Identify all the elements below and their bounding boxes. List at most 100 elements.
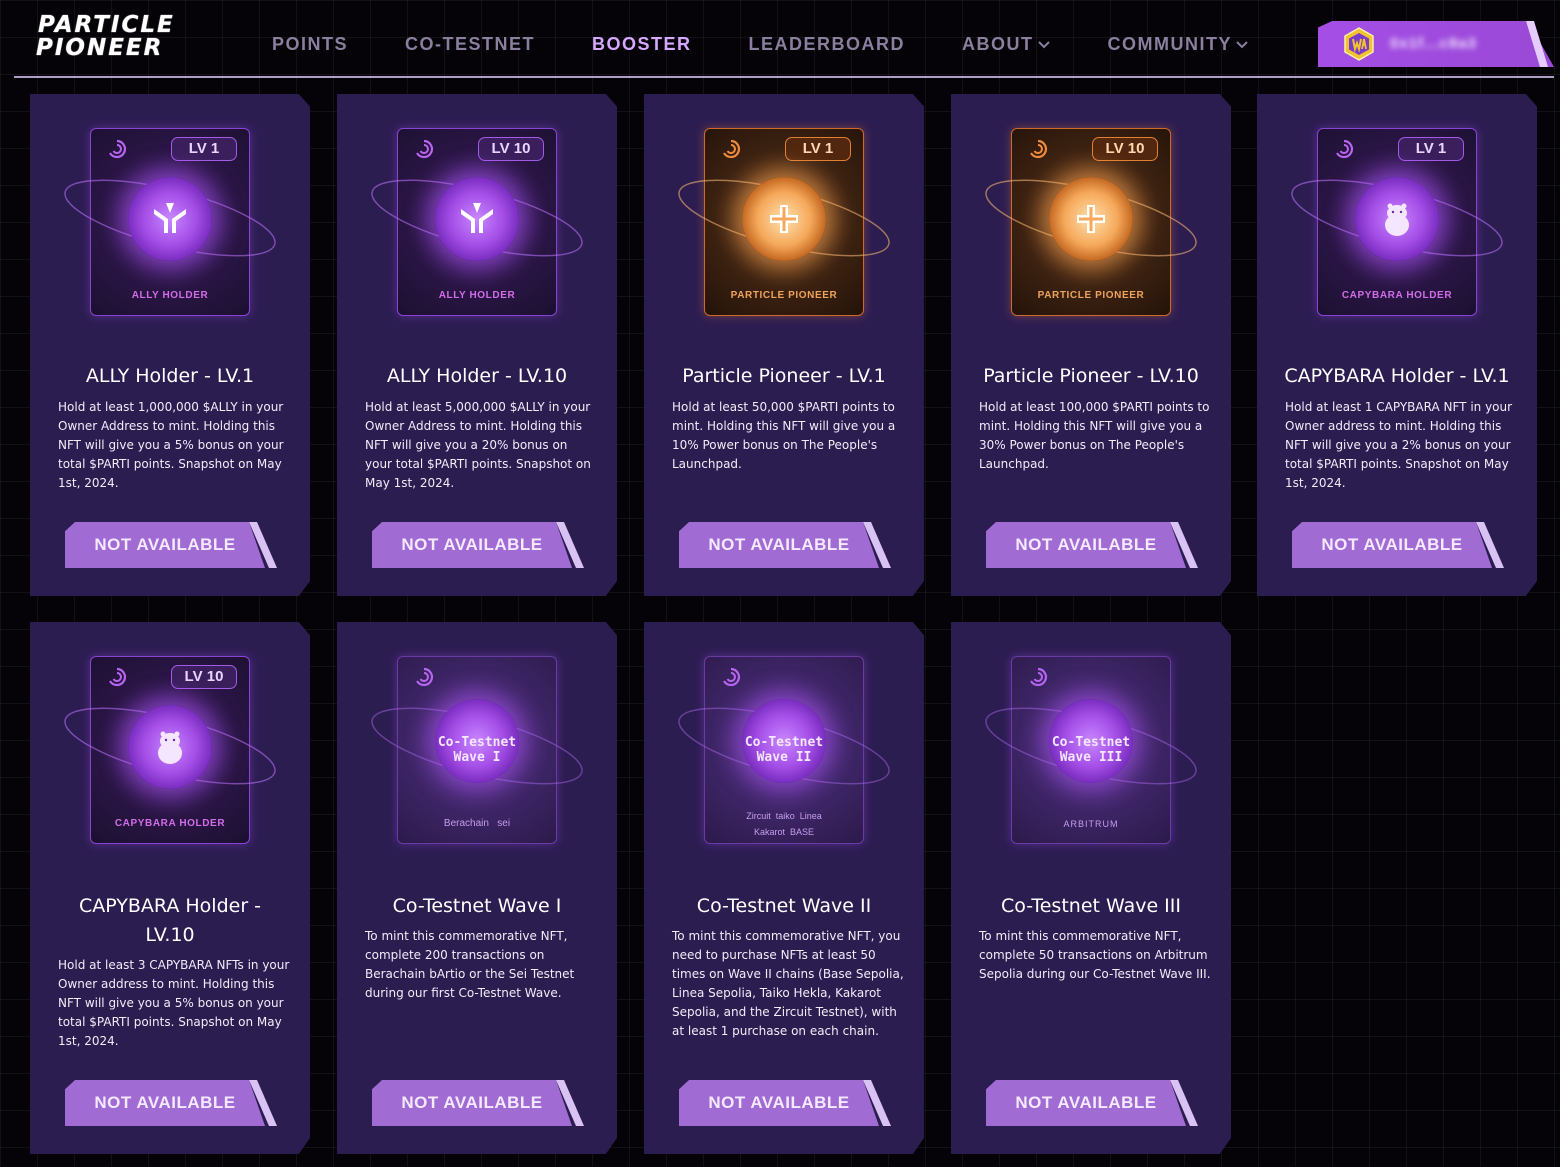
particle-logo-icon — [723, 139, 740, 159]
nav-co-testnet[interactable]: CO-TESTNET — [405, 31, 535, 57]
nft-artwork: Co-Testnet Wave II Zircuit taiko Linea K… — [678, 656, 890, 844]
nav-booster[interactable]: BOOSTER — [592, 31, 692, 57]
booster-card-capybara-lv1: LV 1 CAPYBARA HOLDER CAPYBARA Holder - L… — [1257, 94, 1537, 596]
level-badge: LV 10 — [478, 137, 544, 161]
chain-logos-row-2: Kakarot BASE — [705, 827, 863, 837]
card-title: Particle Pioneer - LV.1 — [682, 365, 886, 387]
berachain-logo: Berachain — [443, 818, 489, 829]
chain-logos-row-1: Zircuit taiko Linea — [705, 811, 863, 821]
booster-card-co-testnet-wave-1: Co-Testnet Wave I Berachain sei Co-Testn… — [337, 622, 617, 1154]
particle-cross-icon — [770, 205, 798, 233]
nav-community[interactable]: COMMUNITY — [1108, 31, 1250, 57]
ally-logo-icon — [461, 203, 493, 233]
nft-artwork: LV 1 CAPYBARA HOLDER — [1291, 128, 1503, 316]
booster-card-co-testnet-wave-2: Co-Testnet Wave II Zircuit taiko Linea K… — [644, 622, 924, 1154]
level-badge: LV 10 — [171, 665, 237, 689]
avatar-icon — [1344, 27, 1374, 61]
brand-line-1: PARTICLE — [38, 12, 175, 38]
level-badge: LV 1 — [785, 137, 851, 161]
not-available-button[interactable]: NOT AVAILABLE — [65, 1080, 277, 1126]
nft-artwork: LV 10 CAPYBARA HOLDER — [64, 656, 276, 844]
wallet-button[interactable]: 0x1f...c8a3 — [1318, 21, 1554, 67]
button-label: NOT AVAILABLE — [1321, 535, 1463, 554]
zircuit-logo: Zircuit — [746, 811, 771, 821]
nft-artwork: Co-Testnet Wave I Berachain sei — [371, 656, 583, 844]
level-badge: LV 1 — [171, 137, 237, 161]
not-available-button[interactable]: NOT AVAILABLE — [372, 522, 584, 568]
wave-title: Co-Testnet Wave III — [1051, 735, 1131, 765]
card-description: Hold at least 1 CAPYBARA NFT in your Own… — [1285, 400, 1513, 490]
not-available-button[interactable]: NOT AVAILABLE — [1292, 522, 1504, 568]
booster-card-particle-pioneer-lv10: LV 10 PARTICLE PIONEER Particle Pioneer … — [951, 94, 1231, 596]
wave-title: Co-Testnet Wave I — [437, 735, 517, 765]
nav-about[interactable]: ABOUT — [962, 31, 1051, 57]
header-divider — [14, 76, 1554, 78]
nft-orb — [1355, 177, 1439, 261]
card-title: ALLY Holder - LV.1 — [85, 365, 255, 387]
nav-co-testnet-label: CO-TESTNET — [405, 33, 536, 54]
base-logo: BASE — [790, 827, 815, 837]
card-title: Co-Testnet Wave I — [392, 895, 562, 917]
card-title: Particle Pioneer - LV.10 — [983, 365, 1199, 387]
not-available-button[interactable]: NOT AVAILABLE — [65, 522, 277, 568]
not-available-button[interactable]: NOT AVAILABLE — [372, 1080, 584, 1126]
not-available-button[interactable]: NOT AVAILABLE — [679, 522, 891, 568]
nav-about-label: ABOUT — [962, 33, 1034, 54]
card-description: To mint this commemorative NFT, complete… — [365, 929, 575, 1000]
particle-logo-icon — [416, 139, 433, 159]
nft-artwork: LV 1 PARTICLE PIONEER — [678, 128, 890, 316]
card-title: Co-Testnet Wave III — [1001, 895, 1181, 917]
card-title: CAPYBARA Holder - LV.1 — [1284, 365, 1510, 387]
wallet-stripe-decoration — [1526, 21, 1548, 67]
not-available-button[interactable]: NOT AVAILABLE — [679, 1080, 891, 1126]
particle-cross-icon — [1077, 205, 1105, 233]
particle-logo-icon — [109, 139, 126, 159]
nft-orb — [435, 177, 519, 261]
nft-artwork: LV 10 PARTICLE PIONEER — [985, 128, 1197, 316]
nft-artwork: Co-Testnet Wave III ARBITRUM — [985, 656, 1197, 844]
card-description: Hold at least 1,000,000 $ALLY in your Ow… — [58, 400, 284, 490]
nft-label: ALLY HOLDER — [131, 290, 209, 301]
wallet-address: 0x1f...c8a3 — [1390, 35, 1477, 52]
booster-card-co-testnet-wave-3: Co-Testnet Wave III ARBITRUM Co-Testnet … — [951, 622, 1231, 1154]
button-label: NOT AVAILABLE — [94, 535, 236, 554]
button-label: NOT AVAILABLE — [708, 535, 850, 554]
card-description: Hold at least 5,000,000 $ALLY in your Ow… — [365, 400, 591, 490]
card-title: ALLY Holder - LV.10 — [386, 365, 568, 387]
chain-logos: ARBITRUM — [1012, 819, 1170, 829]
nft-orb — [128, 705, 212, 789]
chain-logos: Berachain sei — [398, 818, 556, 829]
arbitrum-logo: ARBITRUM — [1063, 819, 1119, 829]
button-label: NOT AVAILABLE — [94, 1093, 236, 1112]
nav-points-label: POINTS — [272, 33, 349, 54]
taiko-logo: taiko — [775, 811, 795, 821]
button-label: NOT AVAILABLE — [1015, 535, 1157, 554]
chevron-down-icon — [1037, 41, 1050, 49]
not-available-button[interactable]: NOT AVAILABLE — [986, 1080, 1198, 1126]
wave-title: Co-Testnet Wave II — [744, 735, 824, 765]
nav-points[interactable]: POINTS — [272, 31, 348, 57]
button-label: NOT AVAILABLE — [401, 1093, 543, 1112]
card-title: CAPYBARA Holder - LV.10 — [78, 895, 262, 946]
nft-orb — [1049, 177, 1133, 261]
button-label: NOT AVAILABLE — [708, 1093, 850, 1112]
particle-logo-icon — [1030, 667, 1047, 687]
brand-logo[interactable]: PARTICLE PIONEER — [36, 12, 218, 64]
nav-community-label: COMMUNITY — [1107, 33, 1233, 54]
sei-logo: sei — [497, 818, 511, 829]
particle-logo-icon — [416, 667, 433, 687]
nav-leaderboard-label: LEADERBOARD — [748, 33, 906, 54]
nft-artwork: LV 1 ALLY HOLDER — [64, 128, 276, 316]
particle-logo-icon — [723, 667, 740, 687]
not-available-button[interactable]: NOT AVAILABLE — [986, 522, 1198, 568]
brand-line-2: PIONEER — [36, 35, 164, 61]
card-description: Hold at least 50,000 $PARTI points to mi… — [672, 400, 896, 471]
ally-logo-icon — [154, 203, 186, 233]
button-label: NOT AVAILABLE — [1015, 1093, 1157, 1112]
booster-card-particle-pioneer-lv1: LV 1 PARTICLE PIONEER Particle Pioneer -… — [644, 94, 924, 596]
capybara-icon — [158, 731, 182, 764]
nav-booster-label: BOOSTER — [592, 33, 692, 54]
booster-card-ally-lv10: LV 10 ALLY HOLDER ALLY Holder - LV.10 Ho… — [337, 94, 617, 596]
nft-label: PARTICLE PIONEER — [1037, 290, 1145, 301]
nav-leaderboard[interactable]: LEADERBOARD — [749, 31, 906, 57]
